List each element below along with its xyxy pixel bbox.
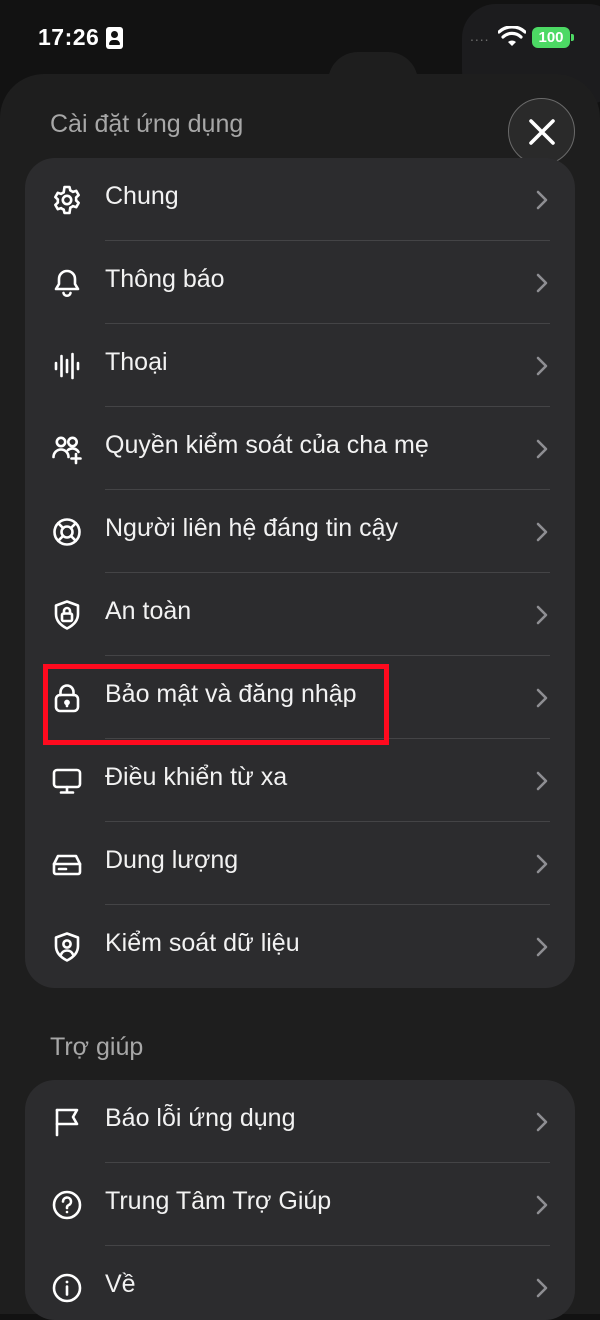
settings-item-storage[interactable]: Dung lượng	[25, 822, 575, 905]
settings-item-label: An toàn	[105, 597, 192, 625]
chevron-right-icon	[536, 439, 548, 459]
help-item-label: Báo lỗi ứng dụng	[105, 1104, 296, 1132]
section-title-app-settings: Cài đặt ứng dụng	[50, 110, 244, 138]
cellular-signal-icon: ....	[470, 28, 490, 44]
settings-item-label: Thông báo	[105, 265, 225, 293]
chevron-right-icon	[536, 1112, 548, 1132]
settings-item-label: Chung	[105, 182, 179, 210]
shield-lock-icon	[54, 600, 80, 630]
wifi-icon	[498, 26, 526, 46]
settings-item-voice[interactable]: Thoại	[25, 324, 575, 407]
gear-icon	[54, 185, 80, 215]
chevron-right-icon	[536, 854, 548, 874]
settings-item-label: Kiểm soát dữ liệu	[105, 929, 300, 957]
chevron-right-icon	[536, 1278, 548, 1298]
shield-user-icon	[54, 932, 80, 962]
chevron-right-icon	[536, 605, 548, 625]
family-add-icon	[52, 436, 82, 465]
settings-item-remote-control[interactable]: Điều khiển từ xa	[25, 739, 575, 822]
settings-item-label: Dung lượng	[105, 846, 239, 874]
settings-item-label: Quyền kiểm soát của cha mẹ	[105, 431, 429, 459]
status-bar: 17:26 .... 100	[0, 0, 600, 112]
chevron-right-icon	[536, 273, 548, 293]
chevron-right-icon	[536, 356, 548, 376]
settings-item-notifications[interactable]: Thông báo	[25, 241, 575, 324]
chevron-right-icon	[536, 771, 548, 791]
close-button[interactable]	[508, 98, 575, 165]
help-item-report-bug[interactable]: Báo lỗi ứng dụng	[25, 1080, 575, 1163]
chevron-right-icon	[536, 522, 548, 542]
settings-item-label: Điều khiển từ xa	[105, 763, 288, 791]
help-item-about[interactable]: Về	[25, 1246, 575, 1320]
settings-item-safety[interactable]: An toàn	[25, 573, 575, 656]
help-item-help-center[interactable]: Trung Tâm Trợ Giúp	[25, 1163, 575, 1246]
help-item-label: Về	[105, 1270, 136, 1298]
help-item-label: Trung Tâm Trợ Giúp	[105, 1187, 332, 1215]
lifebuoy-icon	[53, 518, 81, 546]
battery-icon	[571, 34, 574, 41]
question-circle-icon	[52, 1190, 82, 1220]
storage-icon	[52, 854, 82, 876]
info-circle-icon	[52, 1273, 82, 1303]
status-time: 17:26	[38, 24, 100, 50]
settings-item-general[interactable]: Chung	[25, 158, 575, 241]
section-title-help: Trợ giúp	[50, 1033, 144, 1061]
close-icon	[528, 118, 555, 145]
help-group: Báo lỗi ứng dụng Trung Tâm Trợ Giúp Về	[25, 1080, 575, 1320]
settings-item-parental-controls[interactable]: Quyền kiểm soát của cha mẹ	[25, 407, 575, 490]
chevron-right-icon	[536, 190, 548, 210]
waveform-icon	[54, 352, 80, 380]
highlight-box	[43, 664, 389, 745]
flag-icon	[55, 1108, 79, 1137]
settings-item-label: Thoại	[105, 348, 168, 376]
chevron-right-icon	[536, 1195, 548, 1215]
battery-level: 100	[532, 27, 570, 48]
bell-icon	[54, 269, 80, 297]
chevron-right-icon	[536, 688, 548, 708]
settings-item-label: Người liên hệ đáng tin cậy	[105, 514, 399, 542]
contact-card-icon	[106, 27, 123, 49]
chevron-right-icon	[536, 937, 548, 957]
settings-item-data-controls[interactable]: Kiểm soát dữ liệu	[25, 905, 575, 988]
monitor-icon	[52, 768, 82, 794]
settings-item-trusted-contacts[interactable]: Người liên hệ đáng tin cậy	[25, 490, 575, 573]
app-settings-group: Chung Thông báo Thoại Quyền kiểm soát củ…	[25, 158, 575, 988]
